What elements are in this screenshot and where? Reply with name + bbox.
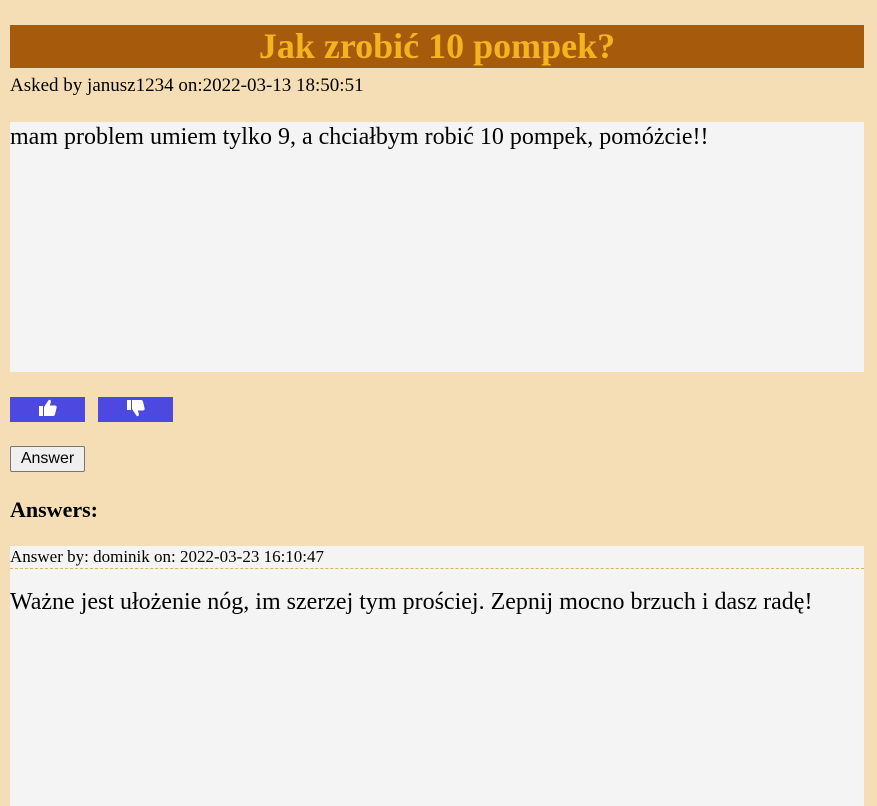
upvote-button[interactable] xyxy=(10,397,85,422)
question-author-info: Asked by janusz1234 on:2022-03-13 18:50:… xyxy=(10,75,364,96)
answer-button[interactable]: Answer xyxy=(10,446,85,472)
answer-author-info: Answer by: dominik on: 2022-03-23 16:10:… xyxy=(10,546,864,569)
question-body: mam problem umiem tylko 9, a chciałbym r… xyxy=(10,122,864,372)
question-title: Jak zrobić 10 pompek? xyxy=(258,26,616,66)
thumbs-up-icon xyxy=(38,399,58,420)
answer-card: Answer by: dominik on: 2022-03-23 16:10:… xyxy=(10,546,864,806)
downvote-button[interactable] xyxy=(98,397,173,422)
answer-text: Ważne jest ułożenie nóg, im szerzej tym … xyxy=(10,589,813,615)
question-title-bar: Jak zrobić 10 pompek? xyxy=(10,25,864,68)
answers-heading: Answers: xyxy=(10,497,98,522)
thumbs-down-icon xyxy=(126,399,146,420)
